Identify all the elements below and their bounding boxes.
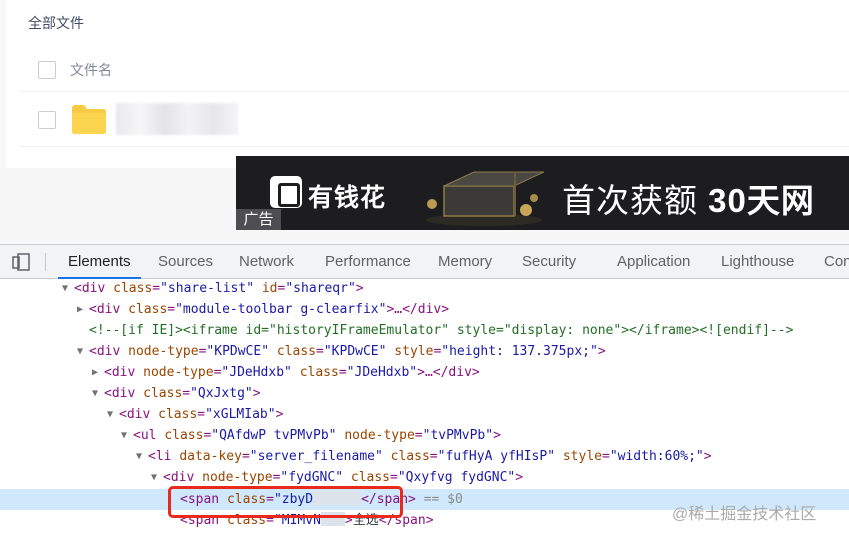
tag-name: div (111, 365, 136, 380)
dom-node-comment[interactable]: <!--[if IE]><iframe id="historyIFrameEmu… (0, 320, 849, 341)
attr-name: class (113, 281, 153, 296)
attr-name: class (276, 344, 317, 359)
ad-headline-bold: 30天 (708, 182, 781, 219)
attr-value: "QAfdwP tvPMvPb" (211, 428, 337, 443)
tag-name: div (170, 470, 195, 485)
attr-name: node-type (202, 470, 273, 485)
attr-name: id (261, 281, 278, 296)
collapsed-tail: …</div> (424, 365, 480, 380)
attr-value: "server_filename" (249, 449, 383, 464)
watermark: @稀土掘金技术社区 (672, 506, 817, 523)
row-checkbox[interactable] (38, 111, 56, 129)
file-list-header: 文件名 (20, 44, 849, 92)
attr-value: "module-toolbar g-clearfix" (175, 302, 387, 317)
filename-column-header[interactable]: 文件名 (70, 60, 112, 80)
device-toolbar-icon[interactable] (12, 253, 30, 271)
folder-icon (72, 105, 106, 134)
attr-value: "Qxyfvg fydGNC" (397, 470, 516, 485)
attr-name: class (164, 428, 204, 443)
ad-brand: 有钱花 (308, 184, 387, 212)
ad-headline-tail: 网 (780, 182, 815, 219)
redacted-filename[interactable] (116, 103, 238, 135)
tag-name: div (81, 281, 106, 296)
tag-name: div (96, 344, 121, 359)
tab-divider (45, 253, 46, 271)
collapse-triangle-icon[interactable]: ▼ (92, 383, 102, 404)
file-list-panel: 全部文件 文件名 (6, 0, 849, 168)
expand-triangle-icon[interactable]: ▶ (77, 299, 87, 320)
dom-node-jdehdxb[interactable]: ▶ <div node-type="JDeHdxb" class="JDeHdx… (0, 362, 849, 383)
attr-name: style (562, 449, 602, 464)
attr-name: class (350, 470, 391, 485)
collapse-triangle-icon[interactable]: ▼ (136, 446, 146, 467)
attr-name: style (394, 344, 434, 359)
tab-memory[interactable]: Memory (438, 245, 492, 279)
tag-name: li (155, 449, 172, 464)
collapse-triangle-icon[interactable]: ▼ (151, 467, 161, 488)
collapse-triangle-icon[interactable]: ▼ (62, 278, 72, 299)
attr-value: "KPDwCE" (206, 344, 270, 359)
dom-node-li[interactable]: ▼ <li data-key="server_filename" class="… (0, 446, 849, 467)
attr-name: class (299, 365, 339, 380)
attr-value: "height: 137.375px;" (441, 344, 598, 359)
brand-logo-icon (270, 176, 302, 208)
tab-performance[interactable]: Performance (325, 245, 411, 279)
select-all-checkbox[interactable] (38, 61, 56, 79)
attr-value: "shareqr" (285, 281, 356, 296)
attr-value: "xGLMIab" (205, 407, 276, 422)
dom-node-ul[interactable]: ▼ <ul class="QAfdwP tvPMvPb" node-type="… (0, 425, 849, 446)
dom-node-module-toolbar[interactable]: ▶ <div class="module-toolbar g-clearfix"… (0, 299, 849, 320)
attr-name: class (143, 386, 183, 401)
collapse-triangle-icon[interactable]: ▼ (107, 404, 117, 425)
ad-label: 广告 (236, 209, 281, 230)
collapse-triangle-icon[interactable]: ▼ (121, 425, 131, 446)
attr-name: node-type (344, 428, 415, 443)
dom-node-fydgnc[interactable]: ▼ <div node-type="fydGNC" class="Qxyfvg … (0, 467, 849, 488)
attr-value: "fydGNC" (280, 470, 344, 485)
attr-value: "JDeHdxb" (221, 365, 292, 380)
attr-name: node-type (143, 365, 214, 380)
dom-node-kpdwce[interactable]: ▼ <div node-type="KPDwCE" class="KPDwCE"… (0, 341, 849, 362)
attr-value: "JDeHdxb" (346, 365, 418, 380)
attr-name: class (158, 407, 198, 422)
attr-value: "KPDwCE" (323, 344, 387, 359)
tab-lighthouse[interactable]: Lighthouse (721, 245, 794, 279)
html-comment: <!--[if IE]><iframe id="historyIFrameEmu… (89, 323, 794, 338)
devtools-tab-bar: Elements Sources Network Performance Mem… (0, 244, 849, 279)
ad-banner[interactable]: 有钱花 首次获额 30天网 (236, 156, 849, 230)
dom-node-qxjxtg[interactable]: ▼ <div class="QxJxtg"> (0, 383, 849, 404)
collapse-triangle-icon[interactable]: ▼ (77, 341, 87, 362)
tab-console[interactable]: Con (824, 245, 849, 279)
breadcrumb[interactable]: 全部文件 (28, 13, 84, 33)
collapsed-tail: …</div> (394, 302, 450, 317)
expand-triangle-icon[interactable]: ▶ (92, 362, 102, 383)
attr-name: node-type (128, 344, 199, 359)
ad-headline: 首次获额 30天网 (562, 174, 815, 222)
gift-box-icon (426, 171, 544, 226)
dom-node-xglmiab[interactable]: ▼ <div class="xGLMIab"> (0, 404, 849, 425)
selected-node-marker: == $0 (415, 492, 463, 507)
attr-value: "fufHyA yfHIsP" (437, 449, 556, 464)
tag-name: ul (140, 428, 157, 443)
tab-sources[interactable]: Sources (158, 245, 213, 279)
attr-value: "width:60%;" (609, 449, 704, 464)
tab-security[interactable]: Security (522, 245, 576, 279)
tag-name: div (111, 386, 136, 401)
tab-application[interactable]: Application (617, 245, 690, 279)
attr-name: class (128, 302, 168, 317)
attr-name: data-key (179, 449, 242, 464)
tag-name: div (96, 302, 121, 317)
highlight-box (168, 486, 403, 518)
ad-headline-text: 首次获额 (562, 182, 709, 219)
attr-name: class (390, 449, 430, 464)
dom-node-share-list[interactable]: ▼ <div class="share-list" id="shareqr"> (0, 278, 849, 299)
tab-elements[interactable]: Elements (58, 245, 140, 279)
tag-name: div (126, 407, 151, 422)
file-row[interactable] (20, 93, 849, 147)
attr-value: "share-list" (160, 281, 255, 296)
tab-network[interactable]: Network (239, 245, 294, 279)
attr-value: "tvPMvPb" (422, 428, 494, 443)
attr-value: "QxJxtg" (190, 386, 253, 401)
